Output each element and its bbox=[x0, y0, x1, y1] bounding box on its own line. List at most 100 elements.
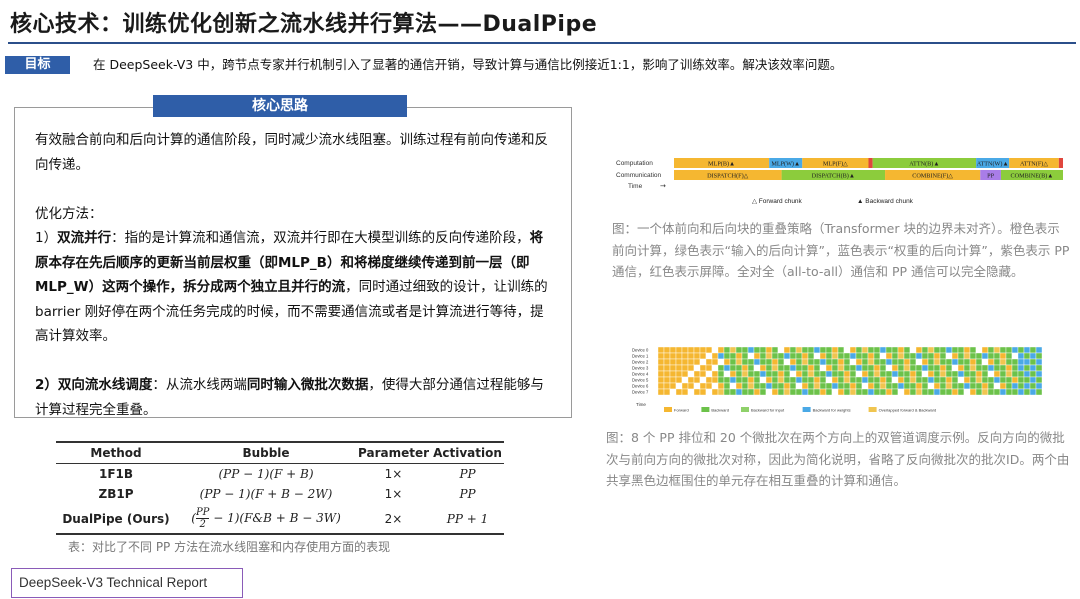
table-header: Parameter bbox=[356, 442, 431, 464]
schedule-cell bbox=[784, 377, 790, 383]
schedule-cell bbox=[1006, 353, 1012, 359]
schedule-cell bbox=[946, 365, 952, 371]
schedule-cell bbox=[976, 359, 982, 365]
schedule-cell bbox=[802, 365, 808, 371]
schedule-cell bbox=[1030, 359, 1036, 365]
schedule-cell bbox=[748, 377, 754, 383]
schedule-cell bbox=[670, 359, 676, 365]
legend-swatch bbox=[664, 407, 672, 412]
schedule-cell bbox=[658, 389, 664, 395]
schedule-cell bbox=[856, 371, 862, 377]
schedule-cell bbox=[766, 353, 772, 359]
schedule-cell bbox=[790, 359, 796, 365]
schedule-cell bbox=[832, 371, 838, 377]
device-label: Device 1 bbox=[632, 354, 649, 359]
title-divider bbox=[8, 42, 1076, 44]
schedule-cell bbox=[736, 371, 742, 377]
schedule-cell bbox=[868, 365, 874, 371]
schedule-cell bbox=[760, 365, 766, 371]
goal-text: 在 DeepSeek-V3 中，跨节点专家并行机制引入了显著的通信开销，导致计算… bbox=[93, 56, 842, 74]
schedule-cell bbox=[910, 377, 916, 383]
schedule-cell bbox=[736, 359, 742, 365]
schedule-cell bbox=[760, 377, 766, 383]
device-label: Device 7 bbox=[632, 390, 649, 395]
schedule-cell bbox=[958, 383, 964, 389]
schedule-cell bbox=[784, 353, 790, 359]
schedule-cell bbox=[808, 365, 814, 371]
schedule-cell bbox=[958, 353, 964, 359]
schedule-cell bbox=[754, 383, 760, 389]
schedule-cell bbox=[808, 377, 814, 383]
schedule-cell bbox=[670, 353, 676, 359]
computation-block-label: MLP(W)▲ bbox=[771, 160, 800, 167]
schedule-cell bbox=[826, 371, 832, 377]
schedule-cell bbox=[988, 389, 994, 395]
schedule-cell bbox=[946, 359, 952, 365]
schedule-cell bbox=[850, 365, 856, 371]
schedule-cell bbox=[694, 347, 700, 353]
schedule-cell bbox=[658, 353, 664, 359]
schedule-cell bbox=[862, 383, 868, 389]
schedule-cell bbox=[1006, 359, 1012, 365]
schedule-cell bbox=[694, 365, 700, 371]
schedule-cell bbox=[658, 359, 664, 365]
schedule-cell bbox=[700, 347, 706, 353]
schedule-cell bbox=[832, 347, 838, 353]
schedule-cell bbox=[874, 347, 880, 353]
comparison-table: Method Bubble Parameter Activation 1F1B … bbox=[56, 441, 504, 535]
schedule-cell bbox=[796, 347, 802, 353]
schedule-cell bbox=[1012, 365, 1018, 371]
schedule-cell bbox=[808, 371, 814, 377]
schedule-cell bbox=[976, 383, 982, 389]
schedule-cell bbox=[958, 365, 964, 371]
schedule-cell bbox=[712, 353, 718, 359]
schedule-cell bbox=[958, 377, 964, 383]
schedule-cell bbox=[796, 365, 802, 371]
schedule-cell bbox=[700, 383, 706, 389]
schedule-cell bbox=[664, 371, 670, 377]
table-header: Activation bbox=[431, 442, 504, 464]
schedule-cell bbox=[838, 353, 844, 359]
schedule-cell bbox=[1018, 389, 1024, 395]
schedule-cell bbox=[994, 371, 1000, 377]
schedule-cell bbox=[808, 359, 814, 365]
schedule-cell bbox=[778, 365, 784, 371]
schedule-cell bbox=[700, 371, 706, 377]
method-heading: 优化方法： bbox=[35, 202, 555, 227]
schedule-cell bbox=[964, 371, 970, 377]
schedule-cell bbox=[718, 371, 724, 377]
communication-block-label: COMBINE(F)△ bbox=[912, 172, 953, 179]
schedule-cell bbox=[676, 377, 682, 383]
schedule-cell bbox=[688, 365, 694, 371]
communication-row: DISPATCH(F)△DISPATCH(B)▲COMBINE(F)△PPCOM… bbox=[674, 170, 1063, 180]
schedule-cell bbox=[844, 371, 850, 377]
schedule-cell bbox=[946, 371, 952, 377]
schedule-cell bbox=[664, 365, 670, 371]
schedule-cell bbox=[676, 371, 682, 377]
schedule-cell bbox=[1012, 389, 1018, 395]
schedule-cell bbox=[1024, 371, 1030, 377]
schedule-cell bbox=[904, 371, 910, 377]
schedule-cell bbox=[808, 347, 814, 353]
schedule-cell bbox=[928, 383, 934, 389]
schedule-cell bbox=[814, 377, 820, 383]
schedule-cell bbox=[658, 371, 664, 377]
schedule-cell bbox=[832, 353, 838, 359]
schedule-cell bbox=[694, 353, 700, 359]
schedule-cell bbox=[1006, 389, 1012, 395]
computation-block-label: ATTN(B)▲ bbox=[909, 160, 939, 167]
schedule-cell bbox=[724, 347, 730, 353]
schedule-cell bbox=[862, 371, 868, 377]
schedule-cell bbox=[820, 347, 826, 353]
schedule-cell bbox=[934, 365, 940, 371]
schedule-cell bbox=[706, 359, 712, 365]
schedule-cell bbox=[802, 371, 808, 377]
schedule-cell bbox=[988, 347, 994, 353]
schedule-cell bbox=[1012, 353, 1018, 359]
schedule-cell bbox=[1036, 389, 1042, 395]
legend-backward-chunk: ▲ Backward chunk bbox=[857, 198, 914, 205]
schedule-cell bbox=[742, 353, 748, 359]
schedule-cell bbox=[946, 377, 952, 383]
schedule-cell bbox=[940, 365, 946, 371]
schedule-cell bbox=[814, 347, 820, 353]
